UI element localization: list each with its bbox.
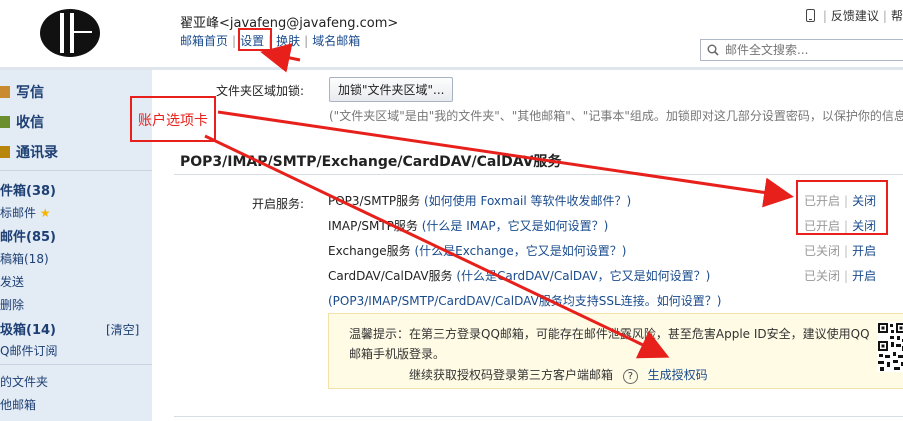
annotation-arrow	[260, 43, 301, 73]
annotation-arrows	[204, 43, 794, 359]
